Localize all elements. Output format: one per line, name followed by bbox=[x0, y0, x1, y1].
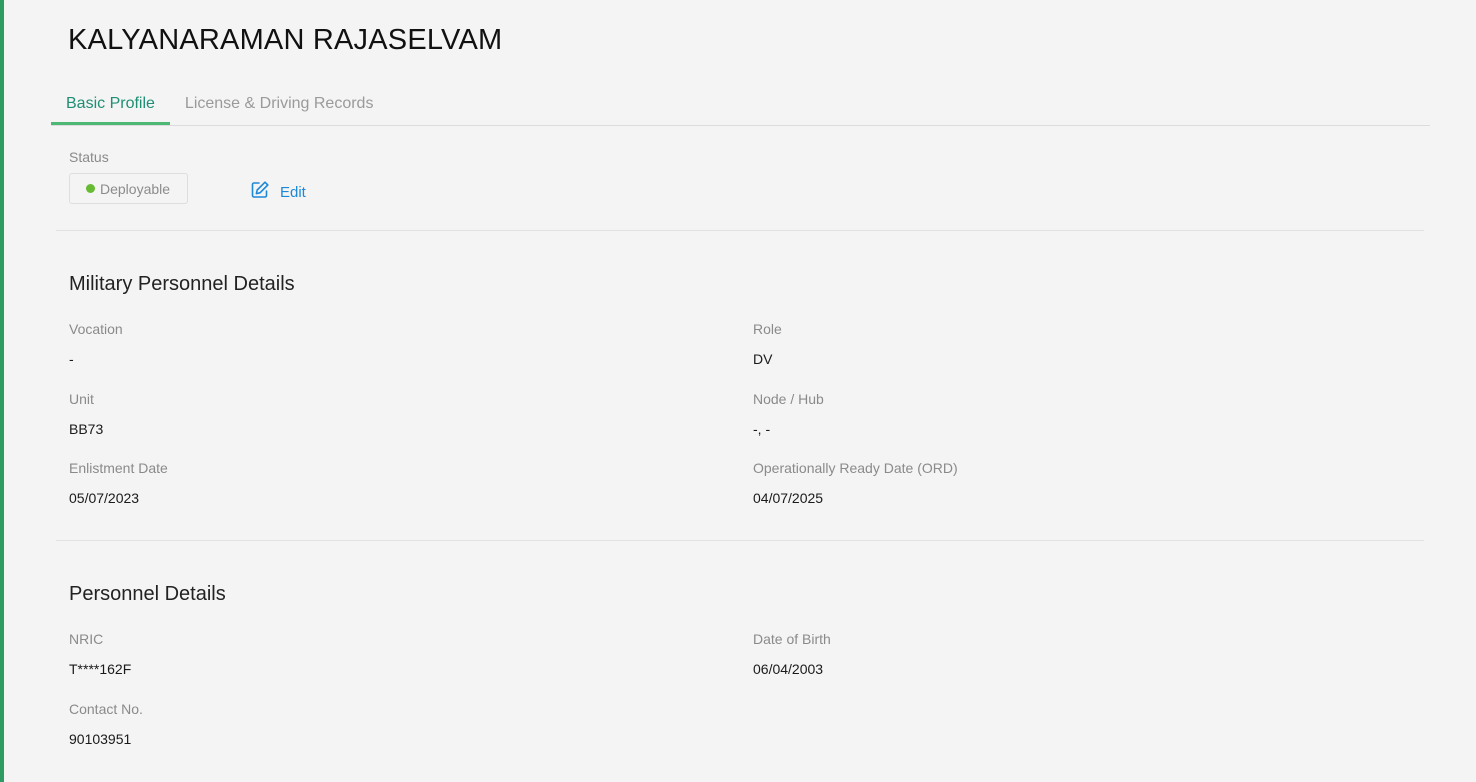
status-value: Deployable bbox=[100, 180, 171, 197]
edit-icon bbox=[250, 180, 280, 204]
tab-license-driving-records[interactable]: License & Driving Records bbox=[170, 86, 389, 125]
section-divider bbox=[56, 540, 1424, 541]
left-accent-bar bbox=[0, 0, 4, 782]
status-badge: Deployable bbox=[69, 173, 188, 204]
section-divider bbox=[56, 230, 1424, 231]
field-unit: Unit BB73 bbox=[69, 391, 104, 437]
field-contact-no: Contact No. 90103951 bbox=[69, 701, 143, 747]
status-label: Status bbox=[69, 149, 109, 165]
field-role: Role DV bbox=[753, 321, 782, 367]
tab-bar: Basic Profile License & Driving Records bbox=[51, 86, 1430, 126]
page-title: KALYANARAMAN RAJASELVAM bbox=[68, 24, 503, 56]
edit-label: Edit bbox=[280, 183, 306, 201]
field-nric: NRIC T****162F bbox=[69, 631, 132, 677]
tab-basic-profile[interactable]: Basic Profile bbox=[51, 86, 170, 125]
field-ord-date: Operationally Ready Date (ORD) 04/07/202… bbox=[753, 460, 958, 506]
edit-status-button[interactable]: Edit bbox=[250, 180, 306, 204]
field-enlistment-date: Enlistment Date 05/07/2023 bbox=[69, 460, 168, 506]
field-date-of-birth: Date of Birth 06/04/2003 bbox=[753, 631, 831, 677]
military-section-title: Military Personnel Details bbox=[69, 273, 295, 295]
personnel-section-title: Personnel Details bbox=[69, 583, 226, 605]
field-vocation: Vocation - bbox=[69, 321, 123, 367]
status-section: Status Deployable bbox=[69, 149, 188, 204]
status-dot-icon bbox=[86, 184, 95, 193]
field-node-hub: Node / Hub -, - bbox=[753, 391, 824, 437]
